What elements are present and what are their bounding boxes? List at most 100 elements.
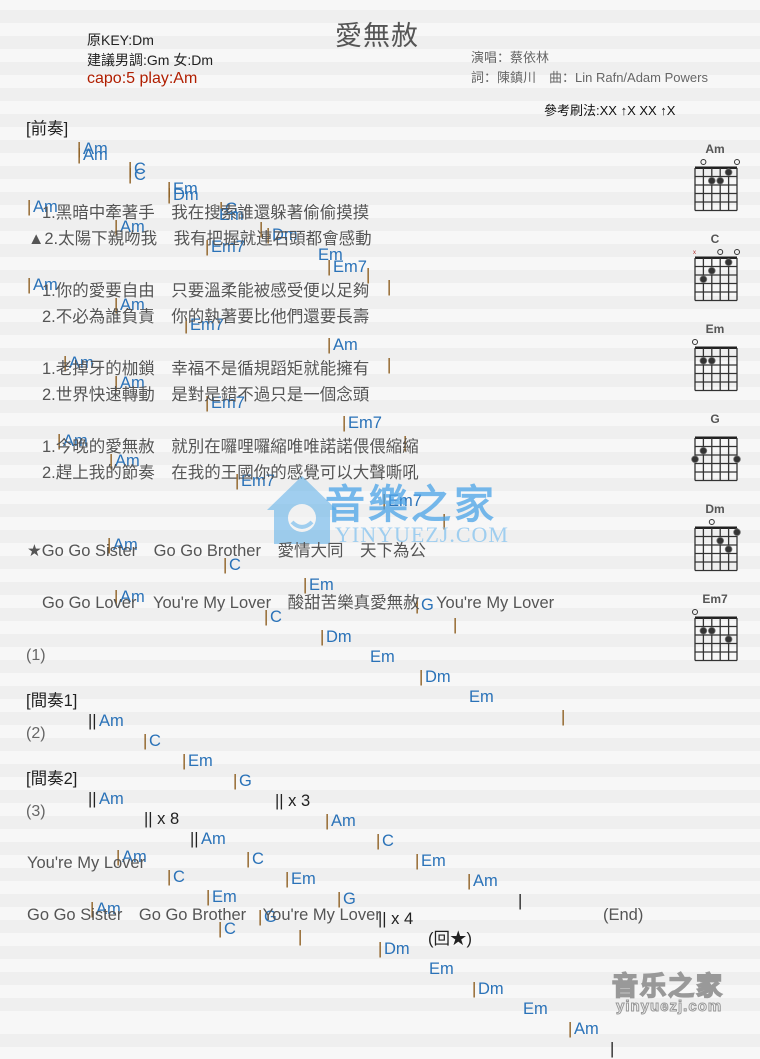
chord: C xyxy=(382,832,394,850)
original-key: 原KEY:Dm xyxy=(87,32,154,48)
chorus-chords-2: | Am | C | Dm Em | Dm Em | xyxy=(0,567,600,726)
end-marker: (End) xyxy=(603,906,644,924)
capo-info: capo:5 play:Am xyxy=(87,70,198,87)
bar-end: | xyxy=(610,1040,615,1058)
chord: Dm xyxy=(326,628,352,646)
interlude-1-line: [間奏1] || Am | C | Em | G || x 3 | Am | C | Em |… xyxy=(0,671,540,910)
chord-diagram-name: Am xyxy=(705,142,725,156)
bar: | xyxy=(376,832,381,850)
chord: Am xyxy=(99,712,124,730)
bar: | xyxy=(325,812,330,830)
bar: | xyxy=(27,276,32,294)
finger-dot xyxy=(699,356,708,365)
verse-chords-1: | Am | Am | Em7 | Em7 | xyxy=(0,177,420,296)
bar: | xyxy=(378,940,383,958)
repeat-count: || x 4 xyxy=(378,910,414,928)
open-string-marker xyxy=(734,159,740,165)
open-string-marker xyxy=(734,249,740,255)
open-string-marker xyxy=(692,609,698,615)
chorus-lyric-2: Go Go Lover You're My Lover 酸甜苦樂真愛無赦 You… xyxy=(42,594,555,612)
verse-lyric-3a: 1.老掉牙的枷鎖 幸福不是循規蹈矩就能擁有 xyxy=(42,360,370,378)
finger-dot xyxy=(699,626,708,635)
fretboard-icon xyxy=(694,159,740,212)
chord: Em xyxy=(370,648,395,666)
fretboard-icon xyxy=(691,436,741,482)
nut xyxy=(695,346,737,349)
return-marker: (回★) xyxy=(428,930,472,948)
chord: Dm xyxy=(384,940,410,958)
verse-chords-2: | Am | Am | Em7 | Am | xyxy=(0,255,420,374)
finger-dot xyxy=(707,176,716,185)
verse-chords-3: | Am | Am | Em7 | Em7 | xyxy=(0,333,420,452)
bar: | xyxy=(453,616,458,634)
intro-line-2: | Am | C | Dm Em | Dm Em | xyxy=(0,125,540,284)
finger-dot xyxy=(699,446,708,455)
chord-diagram-g: G xyxy=(690,412,750,487)
chord: Em xyxy=(523,1000,548,1018)
interlude-1-label: [間奏1] xyxy=(26,692,78,710)
bar: | xyxy=(472,980,477,998)
bar: | xyxy=(298,928,303,946)
song-title: 愛無赦 xyxy=(335,21,419,51)
chord: Em xyxy=(421,852,446,870)
finger-dot xyxy=(733,455,741,464)
chord: Am xyxy=(99,790,124,808)
chord: Am xyxy=(331,812,356,830)
bar: | xyxy=(320,628,325,646)
chord-diagram-name: Dm xyxy=(705,502,725,516)
finger-dot xyxy=(716,176,725,185)
chord: G xyxy=(239,772,252,790)
interlude-2-line: [間奏2] || Am || x 8 || Am | C | Em | G || x 4 … xyxy=(0,749,540,948)
finger-dot xyxy=(707,266,716,275)
outro-chords-1: | Am | C | Em | G | xyxy=(0,827,320,946)
section-1-number: (1) xyxy=(26,647,46,664)
repeat-start: || xyxy=(88,712,97,730)
interlude-2-label: [間奏2] xyxy=(26,770,78,788)
intro-line-1: [前奏] | Am | C | Em | G | xyxy=(0,99,540,238)
bar: | xyxy=(415,852,420,870)
chord-diagram-em7: Em7 xyxy=(690,592,750,667)
chord: Am xyxy=(83,146,108,164)
chord-diagram-dm: Dm xyxy=(690,502,750,577)
credits: 詞：陳鎮川 曲：Lin Rafn/Adam Powers xyxy=(471,70,708,85)
verse-lyric-2a: 1.你的愛要自由 只要溫柔能被感受便以足夠 xyxy=(42,282,370,300)
finger-dot xyxy=(691,455,699,464)
finger-dot xyxy=(733,528,741,537)
repeat-start: || xyxy=(88,790,97,808)
outro-lyric-2: Go Go Sister Go Go Brother You're My Lov… xyxy=(27,906,381,924)
verse-lyric-1b: ▲2.太陽下親吻我 我有把握就連石頭都會感動 xyxy=(28,230,372,248)
finger-dot xyxy=(724,168,733,177)
finger-dot xyxy=(724,258,733,267)
nut xyxy=(695,526,737,529)
nut xyxy=(695,256,737,259)
finger-dot xyxy=(707,626,716,635)
chord-diagram-name: Em xyxy=(705,322,725,336)
bar: | xyxy=(233,772,238,790)
verse-lyric-2b: 2.不必為誰負責 你的執著要比他們還要長壽 xyxy=(42,308,370,326)
chord: Em xyxy=(429,960,454,978)
open-string-marker xyxy=(717,249,724,255)
footer-logo-url: yinyuezj.com xyxy=(615,998,723,1016)
open-string-marker xyxy=(692,339,698,345)
outro-chords-2: | Am | C | Dm Em | Dm Em | Am | xyxy=(0,879,640,1058)
finger-dot xyxy=(707,356,716,365)
verse-lyric-1a: 1.黑暗中牽著手 我在搜索誰還躲著偷偷摸摸 xyxy=(42,204,370,222)
chorus-chords-1: | Am | C | Em | G | xyxy=(0,515,480,634)
finger-dot xyxy=(716,536,725,545)
chord-diagram-em: Em xyxy=(690,322,750,397)
bar: | xyxy=(246,850,251,868)
fretboard-icon xyxy=(692,609,738,662)
chord-diagram-name: C xyxy=(710,232,720,246)
repeat-count: || x 3 xyxy=(275,792,311,810)
outro-lyric-1: You're My Lover xyxy=(27,854,146,872)
nut xyxy=(695,616,737,619)
bar: | xyxy=(27,198,32,216)
strum-pattern: 參考刷法:XX ↑X XX ↑X xyxy=(544,103,676,118)
bar: | xyxy=(568,1020,573,1038)
singer: 演唱：蔡依林 xyxy=(471,50,550,65)
finger-dot xyxy=(724,545,733,554)
bar: | xyxy=(143,732,148,750)
bar: | xyxy=(387,356,392,374)
repeat-count: || x 8 xyxy=(144,810,180,828)
verse-lyric-3b: 2.世界快速轉動 是對是錯不過只是一個念頭 xyxy=(42,386,370,404)
